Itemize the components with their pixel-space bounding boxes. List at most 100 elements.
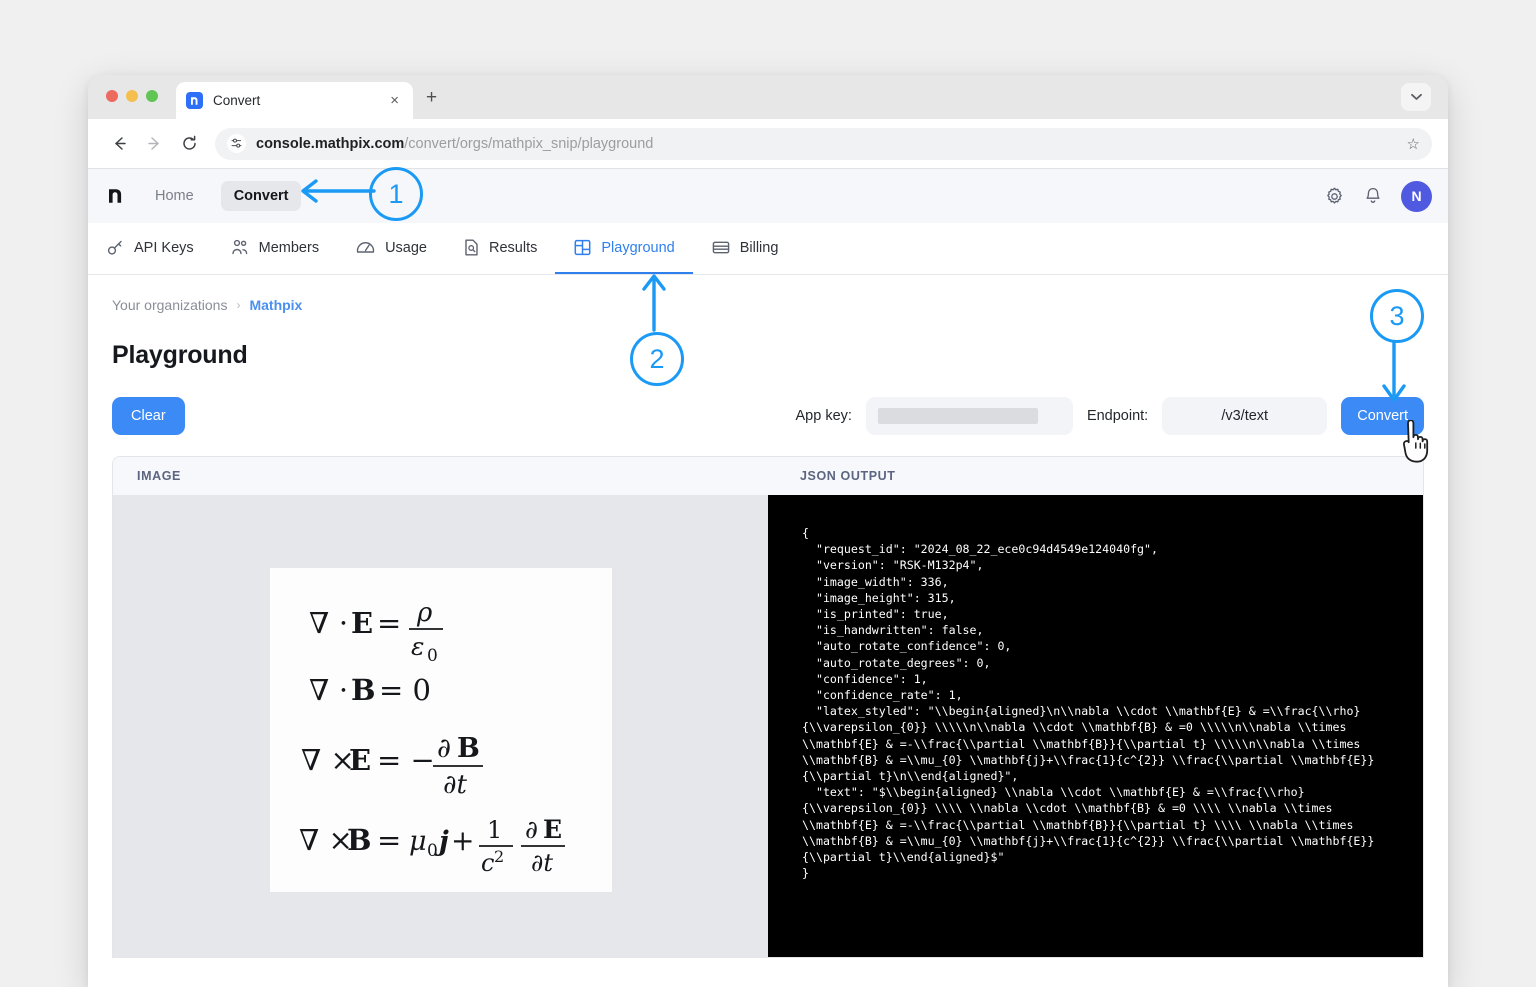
page-title: Playground — [112, 341, 248, 369]
bookmark-star-icon[interactable]: ☆ — [1407, 135, 1420, 153]
svg-text:1: 1 — [487, 816, 502, 844]
svg-text:0: 0 — [427, 646, 438, 666]
image-panel[interactable]: ∇ ⋅ E = ρ ε 0 ∇ ⋅ B = 0 ∇ × E = − ∂ B ∂t… — [113, 495, 768, 957]
browser-tab-strip: Convert × + — [88, 75, 1448, 119]
breadcrumb-separator-icon: › — [236, 298, 241, 312]
document-search-icon — [463, 238, 480, 257]
tab-label: Playground — [601, 239, 675, 256]
minimize-window-button[interactable] — [126, 90, 138, 102]
svg-text:∂t: ∂t — [443, 770, 467, 800]
browser-toolbar: console.mathpix.com/convert/orgs/mathpix… — [88, 119, 1448, 169]
svg-text:= −: = − — [377, 743, 435, 777]
new-tab-button[interactable]: + — [426, 88, 437, 107]
browser-window: Convert × + console.mathpix.com/convert/… — [88, 75, 1448, 987]
tab-label: Results — [489, 239, 538, 256]
svg-text:∇ ⋅: ∇ ⋅ — [309, 606, 348, 640]
svg-text:B: B — [457, 733, 480, 764]
panel-bodies: ∇ ⋅ E = ρ ε 0 ∇ ⋅ B = 0 ∇ × E = − ∂ B ∂t… — [113, 495, 1423, 957]
tab-label: API Keys — [134, 239, 194, 256]
tab-api-keys[interactable]: API Keys — [106, 223, 212, 274]
site-settings-icon[interactable] — [227, 134, 246, 153]
mathpix-favicon-icon — [186, 92, 203, 109]
svg-text:0: 0 — [427, 841, 438, 861]
tab-billing[interactable]: Billing — [693, 223, 797, 274]
svg-text:B: B — [351, 673, 376, 707]
tab-members[interactable]: Members — [212, 223, 337, 274]
svg-text:ε: ε — [411, 632, 424, 661]
svg-text:∂: ∂ — [437, 733, 451, 764]
clear-button[interactable]: Clear — [112, 397, 185, 435]
svg-text:E: E — [351, 606, 373, 640]
people-icon — [230, 238, 250, 257]
address-bar-text: console.mathpix.com/convert/orgs/mathpix… — [256, 136, 653, 152]
settings-gear-icon[interactable] — [1324, 186, 1345, 207]
maximize-window-button[interactable] — [146, 90, 158, 102]
browser-tab[interactable]: Convert × — [176, 82, 413, 119]
svg-text:E: E — [543, 815, 562, 844]
tab-playground[interactable]: Playground — [555, 223, 693, 274]
svg-text:+: + — [451, 824, 474, 857]
user-avatar[interactable]: N — [1401, 180, 1432, 212]
nav-link-home[interactable]: Home — [142, 181, 207, 211]
close-tab-icon[interactable]: × — [386, 91, 403, 110]
close-window-button[interactable] — [106, 90, 118, 102]
tab-label: Usage — [385, 239, 427, 256]
address-bar[interactable]: console.mathpix.com/convert/orgs/mathpix… — [215, 127, 1432, 160]
breadcrumb-current[interactable]: Mathpix — [249, 297, 302, 313]
layout-panels-icon — [573, 238, 592, 257]
nav-link-convert[interactable]: Convert — [220, 181, 302, 211]
svg-text:μ: μ — [409, 826, 427, 857]
tab-usage[interactable]: Usage — [337, 223, 445, 274]
svg-text:∂t: ∂t — [531, 849, 553, 875]
endpoint-label: Endpoint: — [1086, 408, 1149, 424]
tab-label: Billing — [739, 239, 779, 256]
endpoint-select[interactable]: /v3/text — [1162, 397, 1328, 435]
svg-text:∇ ⋅: ∇ ⋅ — [309, 673, 348, 707]
tab-label: Members — [258, 239, 320, 256]
toolbar-right-group: App key: Endpoint: /v3/text Convert — [796, 397, 1424, 435]
url-path: /convert/orgs/mathpix_snip/playground — [404, 135, 654, 152]
gauge-icon — [355, 238, 376, 257]
breadcrumb: Your organizations › Mathpix — [112, 297, 1424, 313]
back-icon[interactable] — [104, 129, 134, 159]
app-viewport: Home Convert N API Keys Members Usage Re… — [88, 169, 1448, 987]
app-header-actions: N — [1324, 180, 1432, 212]
screenshot-root: Convert × + console.mathpix.com/convert/… — [0, 0, 1536, 987]
svg-text:=: = — [377, 823, 401, 857]
annotation-badge-3: 3 — [1370, 289, 1424, 343]
svg-text:∂: ∂ — [525, 815, 538, 844]
svg-text:c: c — [481, 849, 494, 875]
svg-text:E: E — [349, 743, 371, 777]
svg-text:∇ ×: ∇ × — [299, 823, 353, 857]
forward-icon[interactable] — [139, 129, 169, 159]
page-body: Your organizations › Mathpix Playground … — [88, 275, 1448, 958]
svg-text:= 0: = 0 — [379, 673, 431, 707]
reload-icon[interactable] — [174, 129, 204, 159]
url-host: console.mathpix.com — [256, 135, 405, 152]
app-tab-bar: API Keys Members Usage Results Playgroun… — [88, 223, 1448, 275]
mathpix-logo-icon[interactable] — [106, 185, 128, 207]
chevron-down-icon[interactable] — [1401, 83, 1431, 111]
image-panel-header: IMAGE — [137, 469, 181, 483]
annotation-badge-1: 1 — [369, 167, 423, 221]
playground-panels: IMAGE JSON OUTPUT ∇ ⋅ E = ρ ε 0 ∇ ⋅ B = … — [112, 456, 1424, 958]
tab-results[interactable]: Results — [445, 223, 555, 274]
svg-text:2: 2 — [494, 847, 504, 866]
convert-button[interactable]: Convert — [1341, 397, 1424, 435]
app-key-input[interactable] — [865, 397, 1073, 435]
svg-text:B: B — [347, 823, 372, 857]
key-icon — [106, 238, 125, 257]
svg-text:∇ ×: ∇ × — [301, 743, 355, 777]
uploaded-equation-image: ∇ ⋅ E = ρ ε 0 ∇ ⋅ B = 0 ∇ × E = − ∂ B ∂t… — [269, 568, 612, 892]
svg-text:=: = — [377, 606, 401, 640]
app-key-label: App key: — [795, 408, 852, 424]
window-traffic-lights — [106, 90, 158, 102]
card-icon — [711, 238, 731, 257]
annotation-badge-2: 2 — [630, 332, 684, 386]
breadcrumb-root[interactable]: Your organizations — [112, 297, 227, 313]
panel-headers: IMAGE JSON OUTPUT — [113, 457, 1423, 495]
notifications-bell-icon[interactable] — [1363, 186, 1383, 207]
json-output-panel[interactable]: { "request_id": "2024_08_22_ece0c94d4549… — [768, 495, 1423, 957]
app-key-redacted-bar — [877, 408, 1038, 424]
browser-tab-title: Convert — [213, 93, 261, 108]
